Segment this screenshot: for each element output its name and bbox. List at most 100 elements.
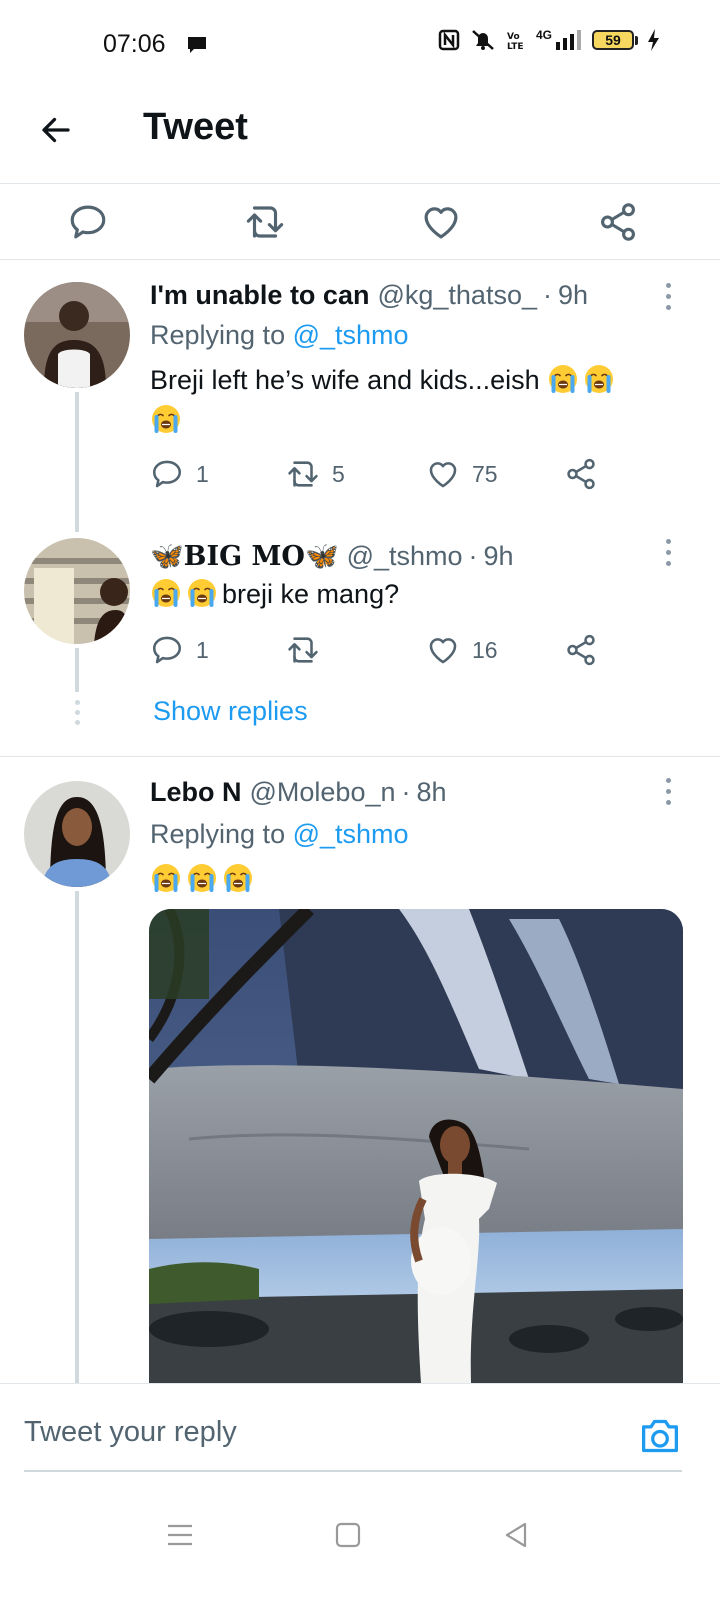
- home-button[interactable]: [324, 1511, 372, 1559]
- like-button[interactable]: 16: [426, 628, 498, 672]
- status-time: 07:06: [103, 30, 166, 58]
- replying-to: Replying to @_tshmo: [150, 320, 409, 351]
- tweet-header: I'm unable to can @kg_thatso_ · 9h: [150, 280, 589, 311]
- tweet-body: Breji left he’s wife and kids...eish: [150, 365, 540, 395]
- menu-icon: [168, 1524, 192, 1546]
- replying-to-label: Replying to: [150, 320, 286, 350]
- speech-bubble-icon: [150, 633, 184, 667]
- thread-line: [75, 891, 79, 1383]
- arrow-left-icon: [42, 117, 70, 143]
- svg-text:LTE: LTE: [507, 42, 524, 51]
- tweet-text: [150, 859, 670, 899]
- avatar[interactable]: [24, 781, 130, 887]
- crying-face-emoji: [583, 363, 615, 395]
- retweet-button[interactable]: [237, 194, 293, 250]
- reply-composer: Tweet your reply: [0, 1383, 720, 1493]
- tweet-actions: 1 16: [150, 628, 630, 672]
- reply-button[interactable]: [60, 194, 116, 250]
- status-icons: Vo LTE 4G 59: [438, 28, 660, 52]
- reply-count: 1: [196, 460, 209, 487]
- display-name[interactable]: I'm unable to can: [150, 280, 369, 311]
- tweet-text: Breji left he’s wife and kids...eish: [150, 360, 670, 440]
- tweet-media-photo[interactable]: [149, 909, 683, 1383]
- status-bar: 07:06 Vo LTE 4G 59: [0, 0, 720, 90]
- crying-face-emoji: [150, 862, 182, 894]
- retweet-icon: [286, 633, 320, 667]
- crying-face-emoji: [186, 577, 218, 609]
- message-notification-icon: [186, 35, 208, 60]
- crying-face-emoji: [150, 577, 182, 609]
- timestamp: 8h: [416, 777, 447, 807]
- mention-link[interactable]: @_tshmo: [293, 819, 409, 849]
- triangle-back-icon: [505, 1522, 527, 1548]
- top-app-bar: Tweet: [0, 90, 720, 184]
- more-options-button[interactable]: [656, 773, 680, 809]
- share-button[interactable]: [564, 452, 598, 496]
- username[interactable]: @kg_thatso_: [377, 280, 537, 311]
- share-button[interactable]: [564, 628, 598, 672]
- square-icon: [335, 1522, 361, 1548]
- like-count: 75: [472, 460, 498, 487]
- svg-text:Vo: Vo: [507, 32, 520, 42]
- retweet-button[interactable]: 5: [286, 452, 345, 496]
- butterfly-emoji: 🦋: [304, 541, 339, 572]
- network-label: 4G: [536, 28, 553, 42]
- replying-to: Replying to @_tshmo: [150, 819, 409, 850]
- username[interactable]: @Molebo_n: [250, 777, 396, 808]
- share-button[interactable]: [590, 194, 646, 250]
- speech-bubble-icon: [150, 457, 184, 491]
- timestamp: 9h: [483, 541, 514, 571]
- back-button[interactable]: [34, 108, 78, 152]
- retweet-button[interactable]: [286, 628, 332, 672]
- page-title: Tweet: [143, 106, 248, 148]
- tweet-text: breji ke mang?: [150, 574, 670, 614]
- back-nav-button[interactable]: [492, 1511, 540, 1559]
- reply-tweet[interactable]: I'm unable to can @kg_thatso_ · 9h Reply…: [0, 260, 720, 532]
- like-button[interactable]: 75: [426, 452, 498, 496]
- tweet-body: breji ke mang?: [222, 579, 400, 609]
- nfc-icon: [438, 29, 460, 51]
- reply-tweet[interactable]: 🦋BIG MO🦋 @_tshmo · 9h breji ke mang? 1 1…: [0, 510, 720, 756]
- crying-face-emoji: [222, 862, 254, 894]
- reply-button[interactable]: 1: [150, 628, 209, 672]
- heart-icon: [420, 201, 462, 243]
- tweet-header: 🦋BIG MO🦋 @_tshmo · 9h: [150, 540, 514, 572]
- crying-face-emoji: [186, 862, 218, 894]
- display-name[interactable]: Lebo N: [150, 777, 242, 808]
- reply-button[interactable]: 1: [150, 452, 209, 496]
- battery-icon: 59: [592, 30, 639, 50]
- retweet-icon: [244, 201, 286, 243]
- tweet-header: Lebo N @Molebo_n · 8h: [150, 777, 447, 808]
- like-button[interactable]: [413, 194, 469, 250]
- heart-icon: [426, 457, 460, 491]
- mention-link[interactable]: @_tshmo: [293, 320, 409, 350]
- display-name[interactable]: 🦋BIG MO🦋: [150, 540, 339, 572]
- battery-level: 59: [592, 30, 635, 50]
- more-options-button[interactable]: [656, 278, 680, 314]
- menu-button[interactable]: [156, 1511, 204, 1559]
- replying-to-label: Replying to: [150, 819, 286, 849]
- butterfly-emoji: 🦋: [150, 541, 184, 572]
- signal-icon: [556, 30, 582, 50]
- share-icon: [564, 633, 598, 667]
- like-count: 16: [472, 636, 498, 663]
- tweet-actions: 1 5 75: [150, 452, 630, 496]
- system-navigation-bar: [0, 1493, 720, 1600]
- more-options-button[interactable]: [656, 534, 680, 570]
- crying-face-emoji: [547, 363, 579, 395]
- avatar[interactable]: [24, 282, 130, 388]
- camera-icon: [642, 1419, 678, 1453]
- username[interactable]: @_tshmo: [347, 541, 463, 572]
- heart-icon: [426, 633, 460, 667]
- share-icon: [564, 457, 598, 491]
- charging-icon: [648, 29, 660, 51]
- main-tweet-actions: [0, 184, 720, 260]
- reply-input[interactable]: Tweet your reply: [24, 1416, 237, 1449]
- crying-face-emoji: [150, 403, 182, 435]
- avatar[interactable]: [24, 538, 130, 644]
- share-icon: [597, 201, 639, 243]
- show-replies-link[interactable]: Show replies: [153, 696, 308, 727]
- thread-dots: [73, 700, 81, 725]
- camera-button[interactable]: [636, 1412, 684, 1460]
- retweet-icon: [286, 457, 320, 491]
